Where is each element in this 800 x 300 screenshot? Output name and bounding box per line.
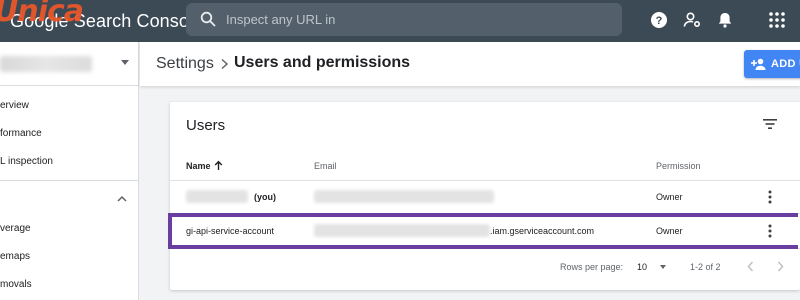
more-vert-icon[interactable] <box>768 190 772 204</box>
watermark-logo: Unica <box>0 0 84 29</box>
sidebar-nav: erview formance L inspection verage emap… <box>0 42 139 300</box>
user-permission: Owner <box>656 192 683 202</box>
pagination-range: 1-2 of 2 <box>690 262 721 272</box>
chevron-right-icon <box>221 58 229 70</box>
column-header-email: Email <box>314 161 337 171</box>
property-selector[interactable] <box>0 42 139 86</box>
search-input[interactable] <box>226 3 606 36</box>
sidebar-item-performance[interactable]: formance <box>0 128 42 139</box>
previous-page-icon[interactable] <box>747 261 754 272</box>
sidebar-item-sitemaps[interactable]: emaps <box>0 251 30 262</box>
apps-grid-icon[interactable] <box>767 10 787 30</box>
next-page-icon[interactable] <box>777 261 784 272</box>
sidebar-item-overview[interactable]: erview <box>0 100 29 111</box>
add-user-label: ADD U <box>771 58 800 70</box>
sidebar-divider <box>0 180 139 181</box>
header-divider <box>170 180 800 181</box>
user-email-redacted <box>314 190 494 203</box>
column-header-permission: Permission <box>656 161 701 171</box>
rows-per-page-label: Rows per page: <box>560 262 624 272</box>
url-inspection-search[interactable] <box>186 3 622 36</box>
chevron-up-icon[interactable] <box>116 194 128 204</box>
user-name-you-suffix: (you) <box>254 192 276 202</box>
dropdown-arrow-icon <box>121 60 129 65</box>
row-highlight-frame <box>168 213 798 249</box>
page-header: Settings Users and permissions ADD U <box>140 42 800 86</box>
add-user-button[interactable]: ADD U <box>744 50 800 78</box>
help-icon[interactable]: ? <box>649 10 669 30</box>
page-title: Users and permissions <box>234 54 411 71</box>
sidebar-item-removals[interactable]: movals <box>0 279 32 290</box>
user-name-redacted <box>186 190 248 203</box>
sidebar-item-coverage[interactable]: verage <box>0 223 31 234</box>
svg-text:?: ? <box>656 15 663 27</box>
rows-per-page-dropdown-icon[interactable] <box>660 265 666 269</box>
account-settings-icon[interactable] <box>682 10 702 30</box>
column-header-name[interactable]: Name <box>186 161 211 171</box>
breadcrumb-settings[interactable]: Settings <box>156 55 214 73</box>
add-person-icon <box>751 58 766 70</box>
filter-icon[interactable] <box>762 118 778 130</box>
property-name-redacted <box>0 56 92 72</box>
card-title: Users <box>186 117 226 134</box>
rows-per-page-select[interactable]: 10 <box>637 262 647 272</box>
sort-arrow-up-icon[interactable] <box>214 160 223 171</box>
sidebar-item-url-inspection[interactable]: L inspection <box>0 156 53 167</box>
search-icon <box>200 11 216 27</box>
notifications-icon[interactable] <box>715 10 735 30</box>
top-app-bar: Google Search Console Unica ? <box>0 0 800 42</box>
